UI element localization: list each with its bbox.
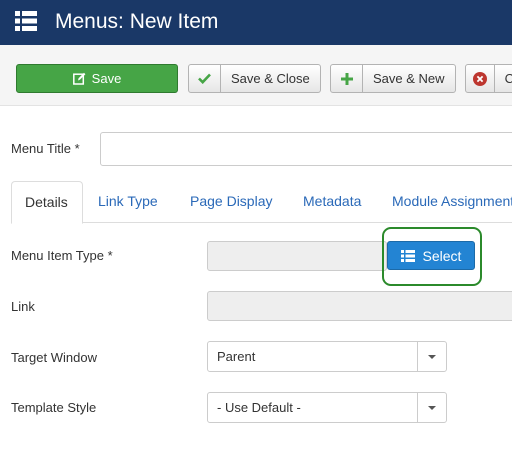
cancel-button[interactable]: C — [465, 64, 512, 93]
save-new-button[interactable]: Save & New — [330, 64, 456, 93]
page-title: Menus: New Item — [55, 10, 219, 33]
target-window-label: Target Window — [11, 350, 97, 365]
list-icon — [15, 11, 37, 31]
list-icon — [400, 249, 415, 262]
select-button[interactable]: Select — [387, 241, 475, 270]
tab-page-display[interactable]: Page Display — [177, 181, 286, 223]
checkmark-icon — [189, 65, 221, 92]
target-window-value: Parent — [217, 349, 256, 364]
template-style-select[interactable]: - Use Default - — [207, 392, 447, 423]
toolbar: Save Save & Close Save & New C — [0, 45, 512, 106]
save-new-label: Save & New — [373, 71, 445, 86]
save-close-label: Save & Close — [231, 71, 310, 86]
cancel-icon — [466, 65, 495, 92]
save-button[interactable]: Save — [16, 64, 178, 93]
save-close-button[interactable]: Save & Close — [188, 64, 321, 93]
tab-link-type[interactable]: Link Type — [85, 181, 171, 223]
template-style-label: Template Style — [11, 400, 97, 415]
link-label: Link — [11, 299, 35, 314]
save-label: Save — [91, 71, 122, 86]
tab-bar: Details Link Type Page Display Metadata … — [11, 181, 512, 224]
menu-item-type-label: Menu Item Type * — [11, 248, 113, 263]
edit-icon — [72, 72, 86, 85]
tab-metadata[interactable]: Metadata — [290, 181, 374, 223]
template-style-value: - Use Default - — [217, 400, 301, 415]
tab-details[interactable]: Details — [11, 181, 83, 224]
chevron-down-icon — [417, 393, 446, 422]
tab-module-assignment[interactable]: Module Assignment — [379, 181, 512, 223]
link-input — [207, 291, 512, 321]
cancel-label: C — [495, 71, 512, 86]
plus-icon — [331, 65, 363, 92]
menu-title-label: Menu Title * — [11, 141, 80, 156]
target-window-select[interactable]: Parent — [207, 341, 447, 372]
menu-item-type-input — [207, 241, 387, 271]
select-label: Select — [422, 247, 462, 264]
chevron-down-icon — [417, 342, 446, 371]
app-header: Menus: New Item — [0, 0, 512, 45]
menu-title-input[interactable] — [100, 132, 512, 166]
